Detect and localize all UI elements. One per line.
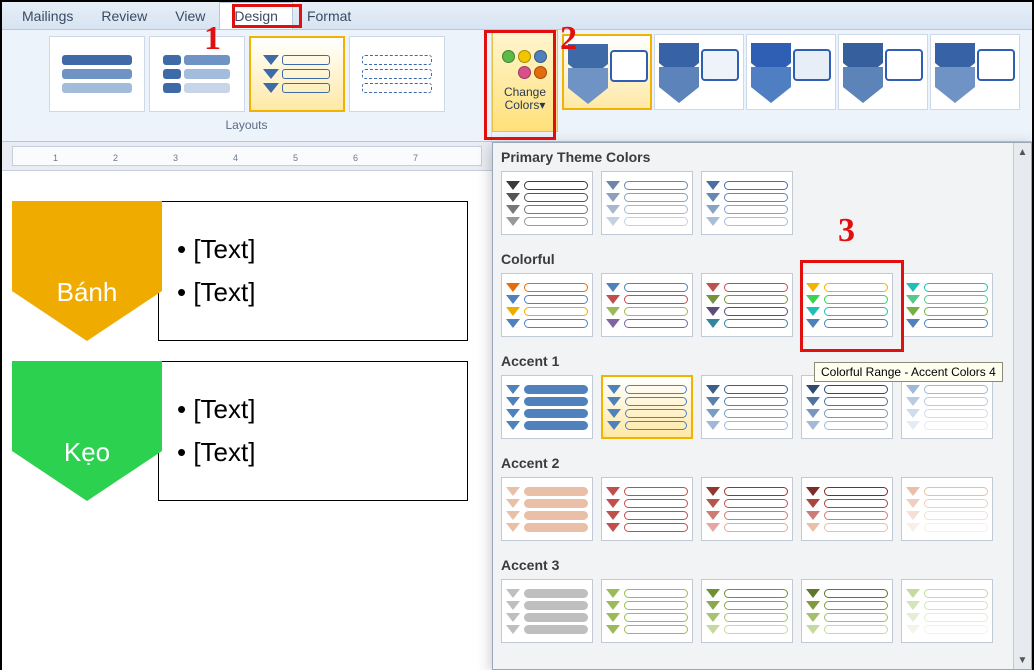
- color-swatch[interactable]: [501, 171, 593, 235]
- smartart-row[interactable]: Kẹo • [Text] • [Text]: [12, 361, 492, 501]
- annotation-2: 2: [560, 20, 577, 58]
- tab-mailings[interactable]: Mailings: [8, 3, 87, 29]
- color-swatch[interactable]: [601, 375, 693, 439]
- panel-row: [493, 167, 1031, 245]
- color-swatch[interactable]: [901, 477, 993, 541]
- tab-review[interactable]: Review: [87, 3, 161, 29]
- color-swatch[interactable]: [601, 579, 693, 643]
- style-item-4[interactable]: [838, 34, 928, 110]
- color-swatch[interactable]: [901, 375, 993, 439]
- color-swatch[interactable]: [901, 273, 993, 337]
- document-area: 1 2 3 4 5 6 7 Bánh• [Text]• [Text]Kẹo• […: [2, 142, 492, 670]
- color-swatch[interactable]: [701, 375, 793, 439]
- color-swatch[interactable]: [501, 477, 593, 541]
- color-swatch[interactable]: [701, 171, 793, 235]
- color-swatch[interactable]: [601, 273, 693, 337]
- horizontal-ruler[interactable]: 1 2 3 4 5 6 7: [12, 146, 482, 166]
- change-colors-dropdown: Primary Theme ColorsColorfulAccent 1Acce…: [492, 142, 1032, 670]
- color-swatch[interactable]: [501, 273, 593, 337]
- smartart-chevron[interactable]: Bánh: [12, 201, 162, 341]
- ruler-frame: 1 2 3 4 5 6 7: [2, 142, 492, 171]
- layout-item-1[interactable]: [49, 36, 145, 112]
- smartart-bullet[interactable]: • [Text]: [177, 437, 449, 468]
- style-item-2[interactable]: [654, 34, 744, 110]
- annotation-box-3: [800, 260, 904, 352]
- smartart-textbox[interactable]: • [Text] • [Text]: [158, 361, 468, 501]
- layout-gallery: [47, 34, 447, 114]
- panel-row: [493, 371, 1031, 449]
- panel-section-title: Primary Theme Colors: [493, 143, 1031, 167]
- smartart-bullet[interactable]: • [Text]: [177, 394, 449, 425]
- ribbon-tabs: Mailings Review View Design Format: [2, 2, 1032, 30]
- panel-row: [493, 473, 1031, 551]
- layout-item-2[interactable]: [149, 36, 245, 112]
- annotation-3: 3: [838, 212, 855, 250]
- smartart-chevron[interactable]: Kẹo: [12, 361, 162, 501]
- color-swatch[interactable]: [701, 579, 793, 643]
- color-swatch[interactable]: [501, 375, 593, 439]
- color-swatch[interactable]: [601, 171, 693, 235]
- scroll-down-icon[interactable]: ▼: [1014, 651, 1031, 669]
- smartart-row[interactable]: Bánh • [Text] • [Text]: [12, 201, 492, 341]
- color-swatch[interactable]: [701, 477, 793, 541]
- smartart-textbox[interactable]: • [Text] • [Text]: [158, 201, 468, 341]
- panel-section-title: Accent 3: [493, 551, 1031, 575]
- smartart-bullet[interactable]: • [Text]: [177, 234, 449, 265]
- scroll-up-icon[interactable]: ▲: [1014, 143, 1031, 161]
- layout-item-4[interactable]: [349, 36, 445, 112]
- annotation-1: 1: [204, 20, 221, 58]
- color-swatch[interactable]: [801, 477, 893, 541]
- color-swatch[interactable]: [501, 579, 593, 643]
- layout-item-3-selected[interactable]: [249, 36, 345, 112]
- panel-section-title: Accent 2: [493, 449, 1031, 473]
- color-swatch[interactable]: [801, 579, 893, 643]
- layouts-group-label: Layouts: [225, 118, 267, 132]
- tab-format[interactable]: Format: [293, 3, 365, 29]
- color-swatch[interactable]: [601, 477, 693, 541]
- annotation-box-1: [232, 4, 302, 28]
- smartart-styles-gallery: [558, 30, 1032, 141]
- panel-row: [493, 575, 1031, 653]
- smartart-bullet[interactable]: • [Text]: [177, 277, 449, 308]
- smartart-graphic[interactable]: Bánh • [Text] • [Text] Kẹo • [Text] • [Text]: [2, 171, 492, 501]
- panel-section-title: Colorful: [493, 245, 1031, 269]
- swatch-tooltip: Colorful Range - Accent Colors 4: [814, 362, 1003, 382]
- panel-row: [493, 269, 1031, 347]
- layouts-group: Layouts: [2, 30, 492, 141]
- annotation-box-2: [484, 30, 556, 140]
- color-swatch[interactable]: [901, 579, 993, 643]
- panel-scrollbar[interactable]: ▲ ▼: [1013, 143, 1031, 669]
- style-item-3[interactable]: [746, 34, 836, 110]
- style-item-5[interactable]: [930, 34, 1020, 110]
- color-swatch[interactable]: [801, 375, 893, 439]
- color-swatch[interactable]: [701, 273, 793, 337]
